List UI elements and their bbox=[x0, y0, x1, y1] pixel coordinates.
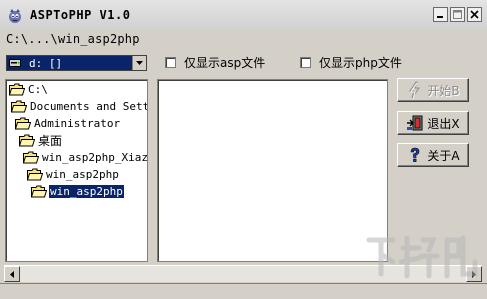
drive-dropdown-button[interactable] bbox=[132, 56, 146, 70]
watermark-logo bbox=[366, 235, 478, 279]
lightning-icon bbox=[409, 81, 421, 99]
maximize-button[interactable] bbox=[450, 7, 465, 22]
open-folder-icon bbox=[27, 168, 43, 181]
tree-item[interactable]: Documents and Settings bbox=[11, 98, 148, 115]
tree-item[interactable]: win_asp2php_Xiazaiba bbox=[23, 149, 148, 166]
window-title: ASPToPHP V1.0 bbox=[30, 8, 131, 22]
drive-select-value: d: [] bbox=[29, 57, 63, 70]
asp-only-checkbox-label: 仅显示asp文件 bbox=[184, 55, 266, 70]
drive-icon bbox=[9, 59, 21, 67]
tree-item[interactable]: C:\ bbox=[9, 81, 49, 98]
close-icon bbox=[470, 10, 479, 19]
about-button-label: 关于A bbox=[427, 148, 460, 163]
app-icon bbox=[9, 9, 21, 23]
app-window: ASPToPHP V1.0 C:\...\win_asp2php d: [] 仅… bbox=[0, 0, 487, 299]
tree-item-label: win_asp2php_Xiazaiba bbox=[42, 151, 148, 164]
current-path: C:\...\win_asp2php bbox=[6, 32, 140, 46]
tree-item-label: win_asp2php bbox=[49, 185, 124, 198]
php-only-checkbox[interactable]: 仅显示php文件 bbox=[300, 55, 402, 70]
open-folder-icon bbox=[9, 83, 25, 96]
tree-item-label: win_asp2php bbox=[46, 168, 119, 181]
open-folder-icon bbox=[19, 134, 35, 147]
start-button[interactable]: 开始B bbox=[397, 78, 469, 102]
tree-item[interactable]: Administrator bbox=[15, 115, 121, 132]
tree-item-label: C:\ bbox=[28, 83, 48, 96]
about-button[interactable]: 关于A bbox=[397, 143, 469, 167]
question-icon bbox=[411, 147, 420, 162]
tree-item[interactable]: win_asp2php bbox=[27, 166, 120, 183]
drive-select[interactable]: d: [] bbox=[6, 55, 147, 71]
scroll-left-button[interactable] bbox=[4, 266, 20, 282]
start-button-label: 开始B bbox=[427, 83, 460, 98]
tree-item-label: 桌面 bbox=[38, 134, 63, 148]
tree-item-label: Administrator bbox=[34, 117, 121, 130]
tree-item-label: Documents and Settings bbox=[30, 100, 148, 113]
open-folder-icon bbox=[15, 117, 31, 130]
open-folder-icon bbox=[31, 185, 47, 198]
php-only-checkbox-box[interactable] bbox=[300, 56, 311, 68]
asp-only-checkbox-box[interactable] bbox=[165, 56, 176, 68]
open-folder-icon bbox=[11, 100, 27, 113]
open-folder-icon bbox=[23, 151, 39, 164]
close-button[interactable] bbox=[467, 7, 482, 22]
exit-door-icon bbox=[407, 115, 423, 131]
asp-only-checkbox[interactable]: 仅显示asp文件 bbox=[165, 55, 266, 70]
tree-item[interactable]: 桌面 bbox=[19, 132, 63, 149]
chevron-left-icon bbox=[10, 270, 14, 278]
minimize-icon bbox=[437, 16, 443, 18]
php-only-checkbox-label: 仅显示php文件 bbox=[319, 55, 402, 70]
chevron-down-icon bbox=[136, 61, 143, 65]
file-list[interactable] bbox=[157, 79, 388, 262]
title-bar[interactable]: ASPToPHP V1.0 bbox=[0, 0, 487, 30]
tree-item-selected[interactable]: win_asp2php bbox=[31, 183, 124, 200]
directory-tree[interactable]: C:\ Documents and Settings Administrator… bbox=[5, 79, 148, 262]
exit-button-label: 退出X bbox=[427, 116, 460, 131]
minimize-button[interactable] bbox=[433, 7, 448, 22]
maximize-icon bbox=[453, 10, 462, 19]
exit-button[interactable]: 退出X bbox=[397, 111, 469, 135]
